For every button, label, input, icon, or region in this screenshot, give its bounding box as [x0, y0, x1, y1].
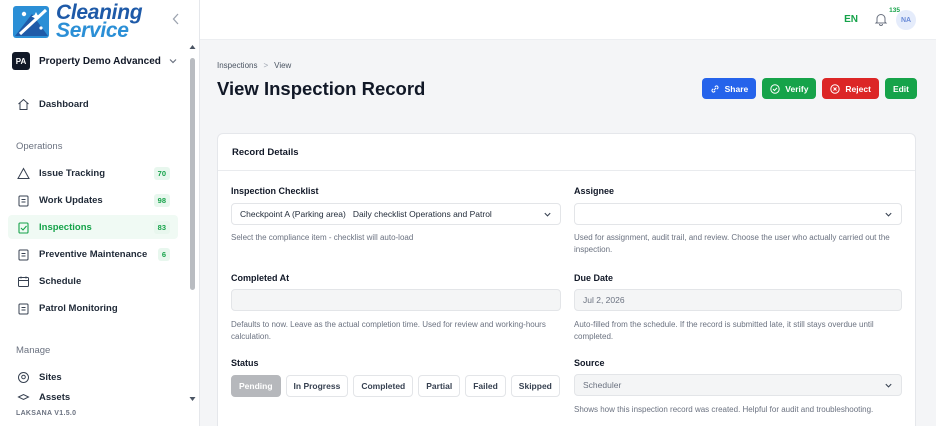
clipboard-icon: [16, 301, 30, 315]
checklist-label: Inspection Checklist: [231, 186, 319, 196]
checklist-icon: [16, 220, 30, 234]
due-date-value: Jul 2, 2026: [583, 295, 625, 305]
avatar[interactable]: NA: [896, 10, 916, 30]
count-badge: 98: [153, 193, 170, 207]
source-value: Scheduler: [583, 380, 622, 390]
chevron-down-icon: [885, 383, 892, 388]
top-bar: EN 135 NA: [200, 0, 936, 40]
x-circle-icon: [830, 83, 841, 94]
sidebar-item-label: Preventive Maintenance: [39, 248, 148, 260]
calendar-icon: [16, 274, 30, 288]
scroll-up-arrow-icon[interactable]: [189, 44, 196, 50]
breadcrumb-parent[interactable]: Inspections: [217, 61, 257, 70]
chevron-down-icon: [885, 212, 892, 217]
edit-button[interactable]: Edit: [884, 78, 917, 99]
sidebar-scrollbar[interactable]: [188, 44, 196, 402]
sidebar-item-sites[interactable]: Sites: [8, 365, 178, 389]
completed-at-label: Completed At: [231, 273, 290, 283]
home-icon: [16, 97, 30, 111]
breadcrumb-current: View: [274, 61, 292, 70]
assignee-select[interactable]: [574, 203, 902, 225]
sidebar-item-label: Issue Tracking: [39, 167, 106, 179]
scroll-down-arrow-icon[interactable]: [189, 396, 196, 402]
action-buttons: Share Verify Reject Edit: [701, 78, 917, 99]
reject-button[interactable]: Reject: [822, 78, 879, 99]
warning-triangle-icon: [16, 166, 30, 180]
status-option-partial[interactable]: Partial: [418, 375, 461, 397]
sidebar-item-label: Schedule: [39, 275, 82, 287]
assignee-label: Assignee: [574, 186, 615, 196]
verify-button[interactable]: Verify: [762, 78, 817, 99]
clipboard-icon: [16, 193, 30, 207]
breadcrumb-separator: >: [263, 61, 269, 70]
sidebar-item-label: Work Updates: [39, 194, 103, 206]
sidebar-item-label: Assets: [39, 392, 71, 402]
sidebar-item-label: Patrol Monitoring: [39, 302, 118, 314]
card-title: Record Details: [218, 134, 915, 171]
source-label: Source: [574, 358, 605, 368]
sidebar-item-label: Sites: [39, 371, 62, 383]
sidebar-item-preventive-maintenance[interactable]: Preventive Maintenance 6: [8, 242, 178, 266]
status-option-failed[interactable]: Failed: [465, 375, 506, 397]
completed-at-hint: Defaults to now. Leave as the actual com…: [231, 320, 546, 341]
sidebar-item-patrol-monitoring[interactable]: Patrol Monitoring: [8, 296, 178, 320]
count-badge: 70: [153, 166, 170, 180]
verify-label: Verify: [785, 83, 809, 94]
property-selector[interactable]: PA Property Demo Advanced: [12, 50, 178, 72]
sidebar-item-dashboard[interactable]: Dashboard: [8, 92, 178, 116]
assignee-hint: Used for assignment, audit trail, and re…: [574, 233, 890, 254]
sidebar-item-schedule[interactable]: Schedule: [8, 269, 178, 293]
chevron-down-icon: [544, 212, 551, 217]
completed-at-field[interactable]: [231, 289, 561, 311]
status-option-in-progress[interactable]: In Progress: [285, 375, 349, 397]
location-pin-icon: [16, 370, 30, 384]
sidebar-item-label: Dashboard: [39, 98, 89, 110]
version-label: LAKSANA V1.5.0: [16, 410, 77, 417]
sidebar: Cleaning Service PA Property Demo Advanc…: [0, 0, 200, 426]
chevron-down-icon: [169, 59, 177, 64]
brand-mark-icon: [12, 4, 52, 40]
source-select[interactable]: Scheduler: [574, 374, 902, 396]
language-switcher[interactable]: EN: [844, 14, 858, 25]
page-title: View Inspection Record: [217, 78, 426, 99]
sidebar-item-work-updates[interactable]: Work Updates 98: [8, 188, 178, 212]
count-badge: 83: [153, 220, 170, 234]
section-title-operations: Operations: [16, 141, 63, 152]
collapse-sidebar-chevron-icon[interactable]: [170, 10, 182, 28]
due-date-field[interactable]: Jul 2, 2026: [574, 289, 902, 311]
brand-line2: Service: [56, 19, 129, 42]
property-name: Property Demo Advanced: [39, 55, 161, 67]
cube-icon: [16, 392, 30, 402]
sidebar-item-assets[interactable]: Assets: [8, 392, 178, 402]
due-date-label: Due Date: [574, 273, 614, 283]
brand-logo[interactable]: Cleaning Service: [12, 2, 143, 42]
status-option-pending[interactable]: Pending: [231, 375, 281, 397]
bell-icon[interactable]: [874, 12, 888, 26]
edit-label: Edit: [892, 83, 909, 94]
status-label: Status: [231, 358, 259, 368]
due-date-hint: Auto-filled from the schedule. If the re…: [574, 320, 874, 341]
share-label: Share: [724, 83, 749, 94]
reject-label: Reject: [845, 83, 871, 94]
link-icon: [711, 84, 719, 93]
status-option-completed[interactable]: Completed: [353, 375, 414, 397]
breadcrumb: Inspections > View: [217, 61, 291, 70]
brand-name: Cleaning Service: [56, 2, 143, 42]
source-hint: Shows how this inspection record was cre…: [574, 405, 874, 414]
check-circle-icon: [770, 83, 780, 94]
checklist-select[interactable]: Checkpoint A (Parking area) Daily checkl…: [231, 203, 561, 225]
status-options: Pending In Progress Completed Partial Fa…: [231, 375, 560, 397]
checklist-value: Checkpoint A (Parking area) Daily checkl…: [240, 209, 492, 219]
sidebar-item-issue-tracking[interactable]: Issue Tracking 70: [8, 161, 178, 185]
checklist-hint: Select the compliance item - checklist w…: [231, 233, 414, 242]
status-option-skipped[interactable]: Skipped: [510, 375, 560, 397]
share-button[interactable]: Share: [701, 78, 757, 99]
section-title-manage: Manage: [16, 345, 51, 356]
count-badge: 6: [157, 247, 170, 261]
sidebar-item-label: Inspections: [39, 221, 92, 233]
scrollbar-thumb[interactable]: [190, 58, 195, 290]
property-initials: PA: [12, 52, 30, 70]
sidebar-item-inspections[interactable]: Inspections 83: [8, 215, 178, 239]
clipboard-icon: [16, 247, 30, 261]
